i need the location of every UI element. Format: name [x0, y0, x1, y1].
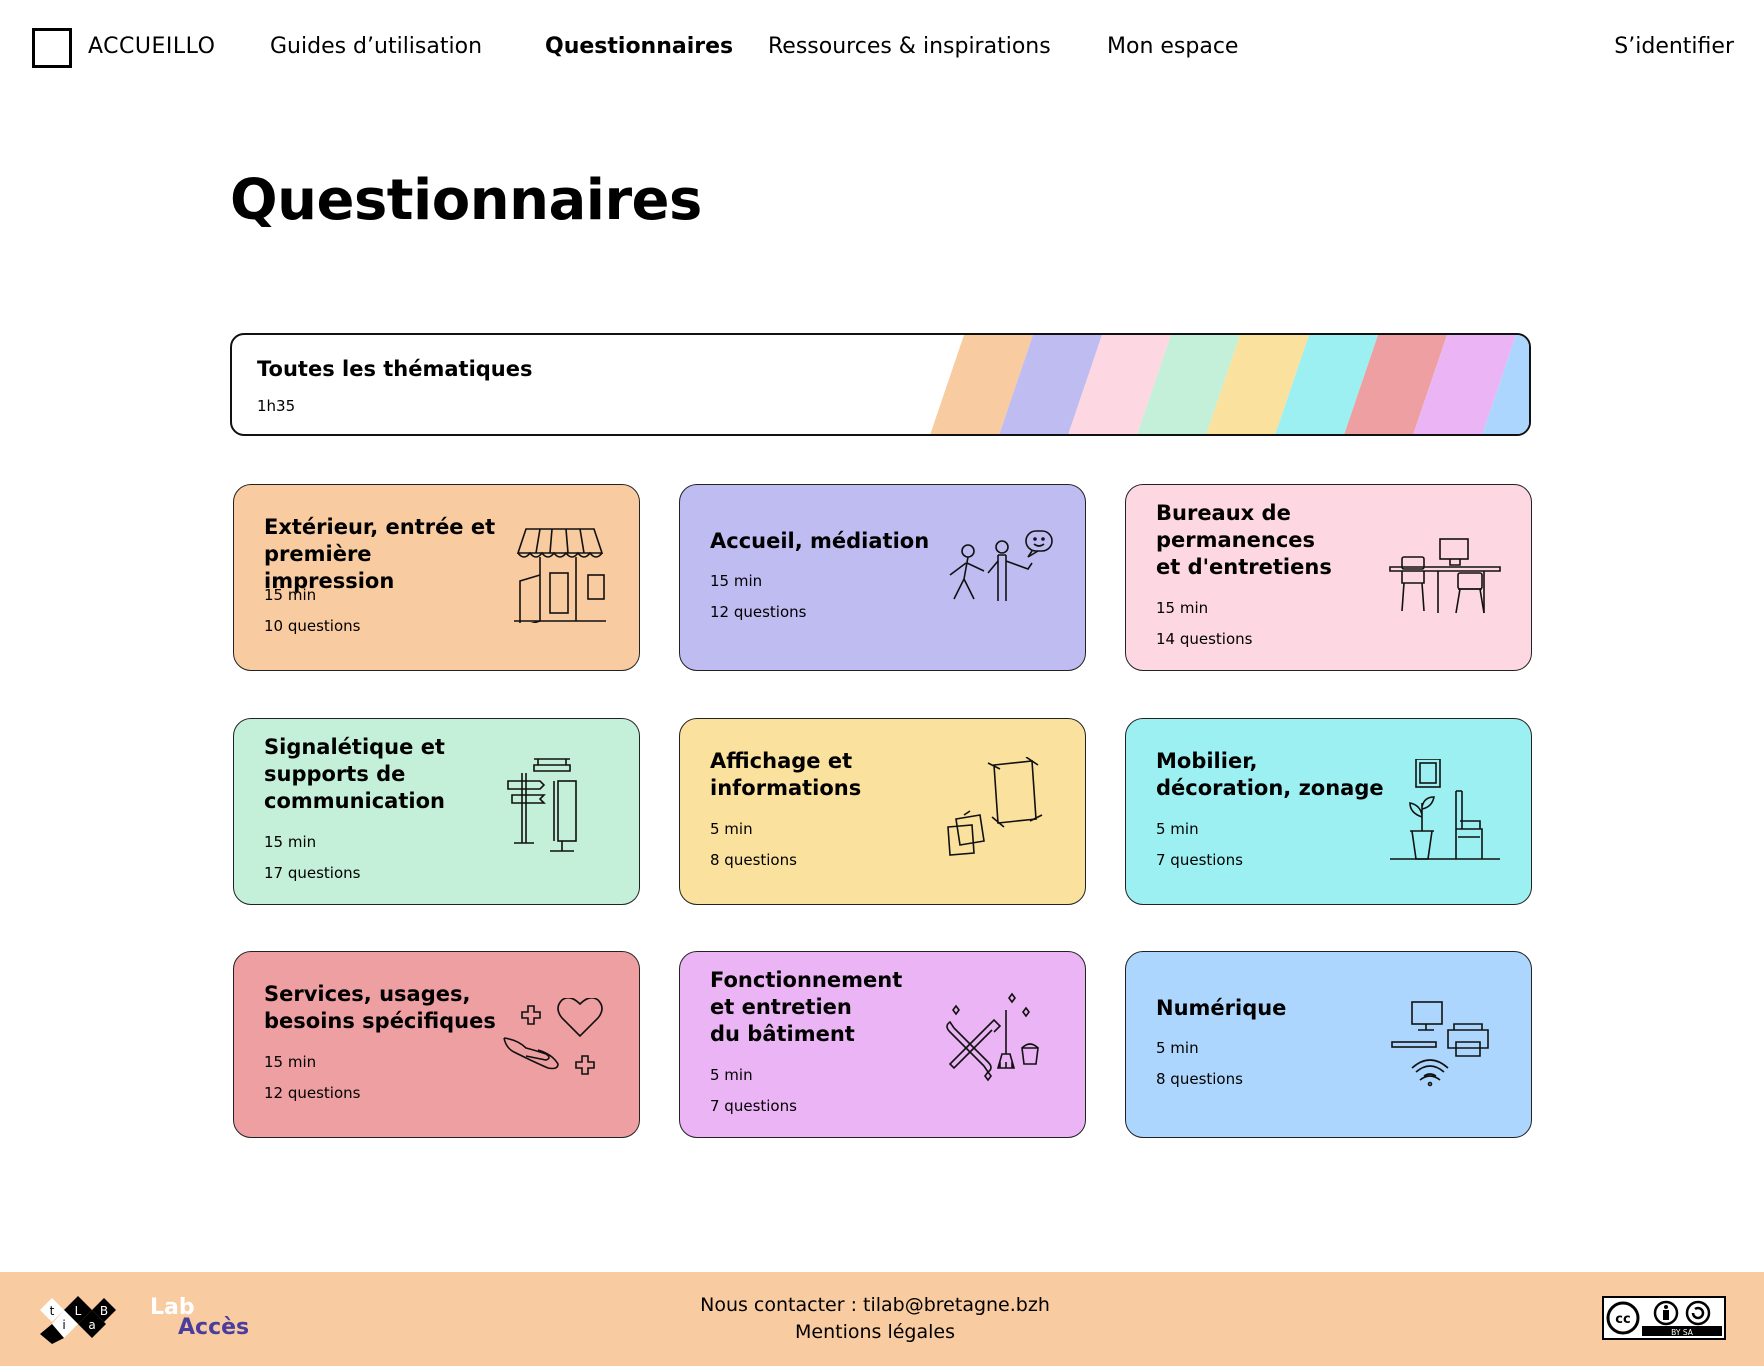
theme-card-accueil[interactable]: Accueil, médiation 15 min 12 questions [679, 484, 1086, 671]
tools-cleaning-icon [946, 992, 1039, 1082]
card-question-count: 10 questions [264, 617, 361, 635]
desk-office-icon [1389, 538, 1501, 614]
card-duration: 5 min [710, 820, 753, 838]
card-duration: 15 min [264, 1053, 317, 1071]
card-title: Bureaux de permanences et d'entretiens [1156, 501, 1332, 579]
nav-guides[interactable]: Guides d’utilisation [270, 34, 482, 59]
theme-card-fonctionnement[interactable]: Fonctionnement et entretien du bâtiment 5 … [679, 951, 1086, 1138]
login-link[interactable]: S’identifier [1614, 34, 1734, 59]
card-duration: 15 min [710, 572, 763, 590]
card-question-count: 14 questions [1156, 630, 1253, 648]
card-title: Affichage et informations [710, 749, 862, 800]
legal-mentions-link[interactable]: Mentions légales [0, 1321, 1750, 1343]
care-heart-icon [503, 998, 603, 1075]
nav-ressources[interactable]: Ressources & inspirations [768, 34, 1051, 59]
poster-notes-icon [947, 757, 1043, 856]
theme-card-signaletique[interactable]: Signalétique et supports de communication … [233, 718, 640, 905]
signpost-icon [507, 758, 577, 852]
theme-card-affichage[interactable]: Affichage et informations 5 min 8 questio… [679, 718, 1086, 905]
svg-text:cc: cc [1615, 1312, 1630, 1327]
theme-card-numerique[interactable]: Numérique 5 min 8 questions [1125, 951, 1532, 1138]
license-label: BY SA [1671, 1328, 1694, 1337]
page-title: Questionnaires [230, 168, 702, 233]
card-question-count: 8 questions [1156, 1070, 1243, 1088]
furniture-plant-icon [1390, 759, 1500, 860]
card-title: Fonctionnement et entretien du bâtiment [710, 968, 903, 1046]
contact-email[interactable]: Nous contacter : tilab@bretagne.bzh [0, 1294, 1750, 1316]
card-title: Signalétique et supports de communication [264, 735, 445, 813]
brand-name[interactable]: ACCUEILLO [88, 34, 215, 59]
theme-card-bureaux[interactable]: Bureaux de permanences et d'entretiens 15 … [1125, 484, 1532, 671]
card-question-count: 12 questions [710, 603, 807, 621]
card-duration: 5 min [1156, 820, 1199, 838]
card-duration: 15 min [264, 833, 317, 851]
card-question-count: 12 questions [264, 1084, 361, 1102]
card-title: Accueil, médiation [710, 529, 930, 553]
all-themes-card[interactable]: Toutes les thématiques 1h35 [230, 333, 1531, 436]
theme-card-services[interactable]: Services, usages, besoins spécifiques 15 … [233, 951, 640, 1138]
card-duration: 5 min [710, 1066, 753, 1084]
cc-by-sa-license-icon[interactable]: cc BY SA [1602, 1296, 1726, 1340]
theme-card-exterieur[interactable]: Extérieur, entrée et première impression … [233, 484, 640, 671]
card-duration: 15 min [264, 586, 317, 604]
card-question-count: 17 questions [264, 864, 361, 882]
card-title: Services, usages, besoins spécifiques [264, 982, 496, 1033]
nav-questionnaires[interactable]: Questionnaires [545, 34, 733, 59]
card-question-count: 7 questions [1156, 851, 1243, 869]
shop-front-icon [514, 528, 606, 623]
people-talking-icon [949, 530, 1053, 601]
nav-mon-espace[interactable]: Mon espace [1107, 34, 1238, 59]
rainbow-stripes [930, 335, 1529, 434]
logo-square-icon[interactable] [32, 28, 72, 68]
card-duration: 5 min [1156, 1039, 1199, 1057]
card-title: Numérique [1156, 996, 1287, 1020]
theme-card-mobilier[interactable]: Mobilier, décoration, zonage 5 min 7 ques… [1125, 718, 1532, 905]
card-question-count: 7 questions [710, 1097, 797, 1115]
computer-printer-wifi-icon [1391, 1001, 1489, 1087]
card-title: Extérieur, entrée et première impression [264, 515, 496, 593]
card-question-count: 8 questions [710, 851, 797, 869]
footer: t i L a B Lab Accès Nous contacter : til… [0, 1272, 1764, 1366]
top-navigation: ACCUEILLO Guides d’utilisation Questionn… [0, 0, 1764, 92]
card-duration: 15 min [1156, 599, 1209, 617]
